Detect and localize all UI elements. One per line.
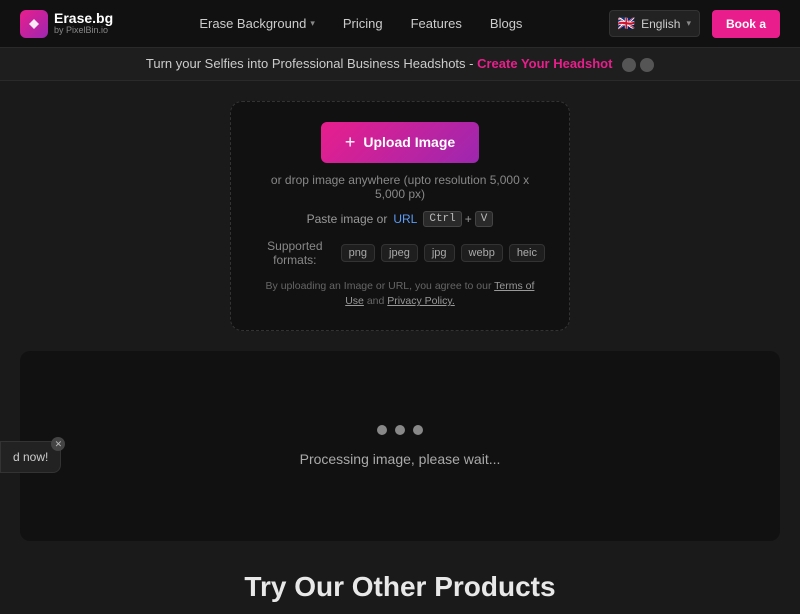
bottom-title: Try Our Other Products [20,571,780,603]
navbar: Erase.bg by PixelBin.io Erase Background… [0,0,800,48]
dot-1 [377,425,387,435]
upload-card: + Upload Image or drop image anywhere (u… [230,101,570,332]
language-selector[interactable]: 🇬🇧 English ▾ [609,10,700,37]
person-icons [622,58,654,72]
plus-separator: + [465,212,472,226]
logo-icon [20,10,48,38]
book-button[interactable]: Book a [712,10,780,38]
format-heic: heic [509,244,545,262]
logo[interactable]: Erase.bg by PixelBin.io [20,10,113,38]
announcement-text: Turn your Selfies into Professional Busi… [146,56,474,71]
plus-icon: + [345,132,356,153]
paste-row: Paste image or URL Ctrl + V [255,211,545,227]
shortcut-badge: Ctrl + V [423,211,493,227]
chat-label: d now! [13,450,48,464]
dot-2 [395,425,405,435]
ctrl-key: Ctrl [423,211,461,227]
url-link[interactable]: URL [393,212,417,226]
lang-label: English [641,17,680,31]
format-png: png [341,244,375,262]
bottom-section: Try Our Other Products [0,541,800,613]
privacy-link[interactable]: Privacy Policy. [387,295,455,307]
chat-widget: ✕ d now! [0,441,61,473]
upload-section: + Upload Image or drop image anywhere (u… [0,81,800,352]
chevron-down-icon: ▾ [310,18,315,29]
logo-text: Erase.bg by PixelBin.io [54,11,113,36]
nav-erase-background[interactable]: Erase Background ▾ [199,16,314,31]
nav-pricing[interactable]: Pricing [343,16,383,31]
v-key: V [475,211,494,227]
terms-text: By uploading an Image or URL, you agree … [255,279,545,311]
announcement-bar: Turn your Selfies into Professional Busi… [0,48,800,81]
person-icon-1 [622,58,636,72]
nav-blogs[interactable]: Blogs [490,16,523,31]
upload-button[interactable]: + Upload Image [321,122,479,163]
headshot-link[interactable]: Create Your Headshot [477,56,612,71]
format-jpg: jpg [424,244,455,262]
nav-right: 🇬🇧 English ▾ Book a [609,10,780,38]
paste-label: Paste image or [307,212,388,226]
formats-row: Supported formats: png jpeg jpg webp hei… [255,239,545,267]
nav-features[interactable]: Features [411,16,462,31]
processing-text: Processing image, please wait... [300,451,501,467]
upload-label: Upload Image [363,134,455,150]
processing-section: Processing image, please wait... [20,351,780,541]
format-webp: webp [461,244,503,262]
chevron-down-icon: ▾ [686,18,691,29]
drop-text: or drop image anywhere (upto resolution … [255,173,545,201]
flag-icon: 🇬🇧 [618,15,635,32]
formats-label: Supported formats: [255,239,335,267]
person-icon-2 [640,58,654,72]
nav-links: Erase Background ▾ Pricing Features Blog… [199,16,522,31]
dots-loader [377,425,423,435]
dot-3 [413,425,423,435]
format-jpeg: jpeg [381,244,418,262]
